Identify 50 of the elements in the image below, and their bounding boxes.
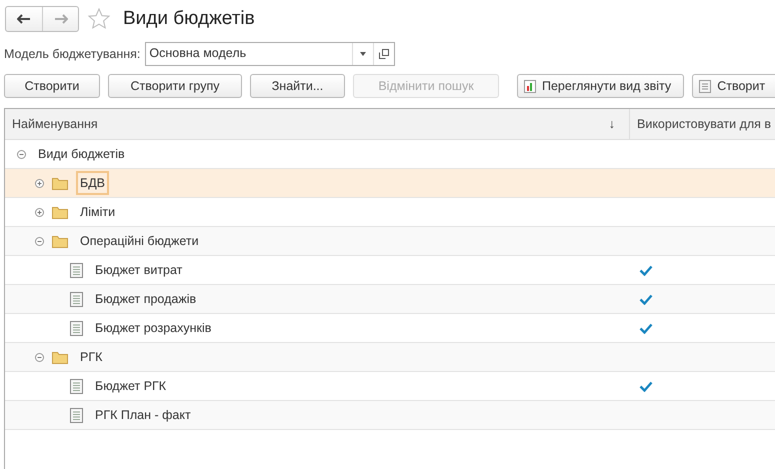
tree-item-name: РГК План - факт	[94, 407, 192, 424]
tree-row[interactable]: Операційні бюджети	[5, 227, 775, 256]
tree-item-name: БДВ	[76, 171, 110, 195]
document-icon	[70, 408, 83, 422]
document-icon	[70, 378, 83, 394]
document-icon	[699, 80, 712, 92]
folder-icon	[52, 206, 68, 218]
toolbar-button[interactable]: Знайти...	[250, 74, 345, 98]
folder-icon	[52, 234, 68, 248]
folder-icon	[52, 350, 68, 364]
checkmark-icon	[639, 264, 653, 276]
collapse-icon[interactable]	[17, 150, 26, 158]
toolbar-button[interactable]: Переглянути вид звіту	[517, 74, 684, 98]
checkmark-icon	[639, 294, 653, 304]
document-icon	[70, 320, 83, 336]
tree-row[interactable]: БДВ	[5, 169, 775, 198]
back-arrow-icon	[17, 14, 31, 24]
toolbar-button[interactable]: Створит	[692, 74, 775, 98]
checkmark-icon	[639, 322, 653, 334]
tree-row[interactable]: Бюджет продажів	[5, 285, 775, 314]
tree-item-name: Види бюджетів	[37, 146, 126, 163]
column-header[interactable]: Найменування ↓	[5, 109, 630, 139]
expand-icon[interactable]	[35, 208, 44, 216]
toolbar-button[interactable]: Створити	[4, 74, 100, 98]
window-title: Види бюджетів	[123, 8, 255, 30]
star-icon[interactable]	[87, 7, 111, 31]
tree-item-name: Бюджет витрат	[94, 262, 184, 279]
forward-arrow-icon	[54, 14, 68, 24]
tree-item-name: Операційні бюджети	[79, 233, 200, 250]
open-icon	[379, 49, 390, 59]
tree-item-name: Ліміти	[79, 204, 116, 221]
tree-item-name: Бюджет РГК	[94, 378, 168, 395]
dropdown-caret-icon	[360, 52, 366, 56]
collapse-icon[interactable]	[35, 236, 44, 246]
model-dropdown[interactable]: Основна модель	[145, 42, 396, 66]
document-icon	[70, 292, 83, 306]
field-label: Модель бюджетування:	[4, 47, 140, 61]
tree-item-name: Бюджет продажів	[94, 291, 198, 308]
tree-row[interactable]: РГК План - факт	[5, 401, 775, 430]
expand-icon[interactable]	[35, 178, 44, 188]
column-header[interactable]: Використовувати для в	[630, 109, 775, 139]
tree-row[interactable]: РГК	[5, 343, 775, 372]
document-icon	[70, 262, 83, 278]
tree-item-name: Бюджет розрахунків	[94, 320, 212, 337]
folder-icon	[52, 176, 68, 190]
toolbar-button[interactable]: Створити групу	[108, 74, 242, 98]
tree-item-name: РГК	[79, 349, 104, 366]
checkmark-icon	[639, 380, 653, 392]
report-icon	[524, 80, 536, 92]
collapse-icon[interactable]	[35, 352, 44, 362]
